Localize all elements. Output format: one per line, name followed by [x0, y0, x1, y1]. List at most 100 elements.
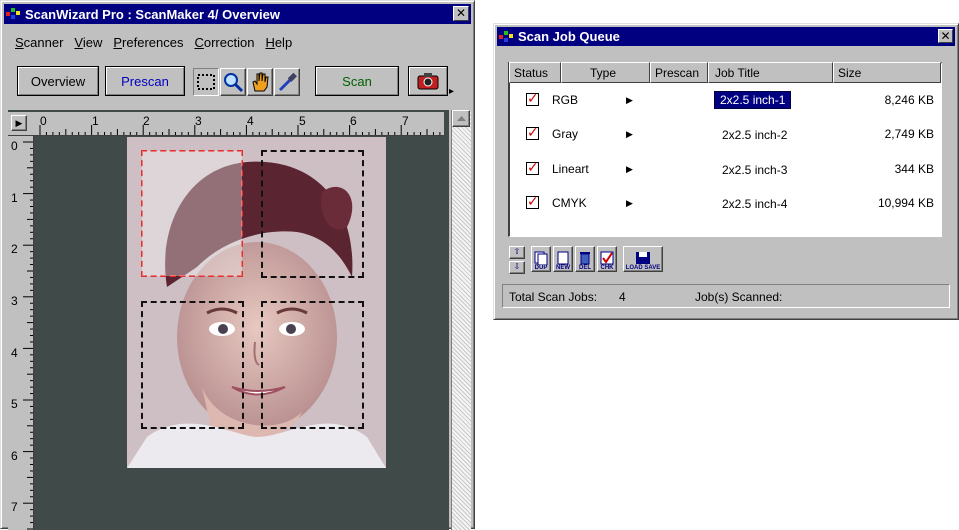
- ruler-v-label: 0: [11, 139, 18, 153]
- toolbar: Overview Prescan Scan ▸: [17, 66, 457, 98]
- total-jobs-value: 4: [619, 290, 626, 304]
- col-job-title[interactable]: Job Title: [708, 62, 833, 83]
- ruler-h-label: 1: [92, 114, 99, 128]
- expand-arrow-icon[interactable]: ▶: [626, 164, 633, 175]
- ruler-v-label: 7: [11, 500, 18, 514]
- ruler-h-label: 7: [402, 114, 409, 128]
- ruler-h-label: 4: [247, 114, 254, 128]
- trash-icon: [580, 252, 590, 265]
- toolbar-more-indicator: ▸: [449, 86, 455, 97]
- ruler-v-label: 6: [11, 449, 18, 463]
- job-type: CMYK: [552, 196, 587, 210]
- hand-icon[interactable]: [247, 68, 273, 96]
- queue-status-bar: Total Scan Jobs: 4 Job(s) Scanned:: [502, 284, 950, 308]
- job-row[interactable]: ✓ CMYK ▶ 2x2.5 inch-4 10,994 KB: [510, 193, 940, 215]
- job-checkbox[interactable]: ✓: [526, 195, 539, 209]
- move-down-icon[interactable]: ⇩: [509, 261, 525, 274]
- girl-portrait-image: [127, 137, 386, 468]
- main-window: ScanWizard Pro : ScanMaker 4/ Overview ✕…: [0, 0, 475, 530]
- main-title-bar[interactable]: ScanWizard Pro : ScanMaker 4/ Overview ✕: [4, 4, 471, 24]
- new-job-button[interactable]: NEW: [553, 246, 573, 272]
- queue-title-bar[interactable]: Scan Job Queue ✕: [497, 27, 955, 46]
- job-checkbox[interactable]: ✓: [526, 161, 539, 175]
- job-size: 10,994 KB: [877, 196, 934, 210]
- close-icon: ✕: [940, 29, 951, 43]
- ruler-h-label: 5: [299, 114, 306, 128]
- marquee-select-icon[interactable]: [193, 68, 219, 96]
- delete-job-button[interactable]: DEL: [575, 246, 595, 272]
- magnifier-icon[interactable]: [220, 68, 246, 96]
- scanwizard-logo-icon: [6, 6, 22, 22]
- ruler-h-label: 3: [195, 114, 202, 128]
- eyedropper-icon[interactable]: [274, 68, 300, 96]
- ruler-h-label: 0: [40, 114, 47, 128]
- main-close-button[interactable]: ✕: [453, 6, 469, 21]
- overview-button[interactable]: Overview: [17, 66, 99, 96]
- queue-title: Scan Job Queue: [518, 29, 620, 44]
- prescan-button[interactable]: Prescan: [105, 66, 185, 96]
- ruler-v-label: 2: [11, 242, 18, 256]
- check-job-button[interactable]: CHK: [597, 246, 617, 272]
- job-size: 8,246 KB: [884, 93, 934, 107]
- job-type: Gray: [552, 127, 579, 141]
- job-row[interactable]: ✓ Gray ▶ 2x2.5 inch-2 2,749 KB: [510, 124, 940, 146]
- reorder-buttons: ⇧ ⇩: [509, 246, 525, 274]
- job-list-header: Status Type Prescan Job Title Size: [509, 62, 941, 83]
- floppy-disk-icon: [636, 252, 650, 264]
- ruler-h-label: 6: [350, 114, 357, 128]
- job-size: 344 KB: [894, 162, 934, 176]
- load-save-button[interactable]: LOAD SAVE: [623, 246, 663, 272]
- col-status[interactable]: Status: [509, 62, 561, 83]
- queue-button-bar: ⇧ ⇩ DUP NEW DEL CHK LOAD SAVE: [509, 246, 665, 274]
- move-up-icon[interactable]: ⇧: [509, 246, 525, 259]
- ruler-h-label: 2: [143, 114, 150, 128]
- job-checkbox[interactable]: ✓: [526, 126, 539, 140]
- job-row[interactable]: ✓ RGB ▶ 2x2.5 inch-1 8,246 KB: [510, 90, 940, 112]
- job-title[interactable]: 2x2.5 inch-3: [722, 163, 787, 177]
- menu-scanner[interactable]: Scanner: [15, 35, 63, 50]
- job-row[interactable]: ✓ Lineart ▶ 2x2.5 inch-3 344 KB: [510, 159, 940, 181]
- vertical-scrollbar[interactable]: [451, 110, 471, 530]
- new-document-icon: [557, 251, 569, 265]
- scan-settings-button[interactable]: [408, 66, 448, 96]
- job-size: 2,749 KB: [884, 127, 934, 141]
- camera-icon: [409, 67, 447, 95]
- ruler-unit-button[interactable]: ▶: [11, 115, 27, 131]
- expand-arrow-icon[interactable]: ▶: [626, 95, 633, 106]
- job-checkbox[interactable]: ✓: [526, 92, 539, 106]
- job-title[interactable]: 2x2.5 inch-4: [722, 197, 787, 211]
- expand-arrow-icon[interactable]: ▶: [626, 198, 633, 209]
- menu-bar: Scanner View Preferences Correction Help: [15, 35, 303, 50]
- scan-job-queue-window: Scan Job Queue ✕ Status Type Prescan Job…: [493, 23, 959, 320]
- duplicate-icon: [534, 251, 548, 265]
- horizontal-ruler: ▶ 0 1 2 3 4 5 6 7: [8, 112, 444, 136]
- total-jobs-label: Total Scan Jobs:: [509, 290, 598, 304]
- jobs-scanned-label: Job(s) Scanned:: [695, 290, 783, 304]
- checkmark-icon: [600, 251, 614, 265]
- job-type: Lineart: [552, 162, 589, 176]
- scanwizard-logo-icon: [499, 29, 515, 45]
- ruler-v-label: 4: [11, 346, 18, 360]
- job-title[interactable]: 2x2.5 inch-2: [722, 128, 787, 142]
- duplicate-job-button[interactable]: DUP: [531, 246, 551, 272]
- menu-help[interactable]: Help: [265, 35, 292, 50]
- prescan-image[interactable]: [127, 137, 386, 468]
- close-icon: ✕: [455, 6, 467, 20]
- main-title: ScanWizard Pro : ScanMaker 4/ Overview: [25, 6, 280, 22]
- col-type[interactable]: Type: [561, 62, 650, 83]
- queue-close-button[interactable]: ✕: [938, 29, 953, 43]
- job-type: RGB: [552, 93, 579, 107]
- job-title[interactable]: 2x2.5 inch-1: [714, 91, 792, 109]
- vertical-ruler: 0 1 2 3 4 5 6 7: [8, 136, 34, 530]
- menu-view[interactable]: View: [74, 35, 102, 50]
- col-prescan[interactable]: Prescan: [650, 62, 708, 83]
- col-size[interactable]: Size: [833, 62, 941, 83]
- scan-button[interactable]: Scan: [315, 66, 399, 96]
- arrow-up-icon: [456, 115, 466, 121]
- ruler-v-label: 3: [11, 294, 18, 308]
- menu-correction[interactable]: Correction: [194, 35, 254, 50]
- menu-preferences[interactable]: Preferences: [113, 35, 183, 50]
- expand-arrow-icon[interactable]: ▶: [626, 129, 633, 140]
- ruler-v-label: 1: [11, 191, 18, 205]
- scroll-up-button[interactable]: [452, 110, 470, 127]
